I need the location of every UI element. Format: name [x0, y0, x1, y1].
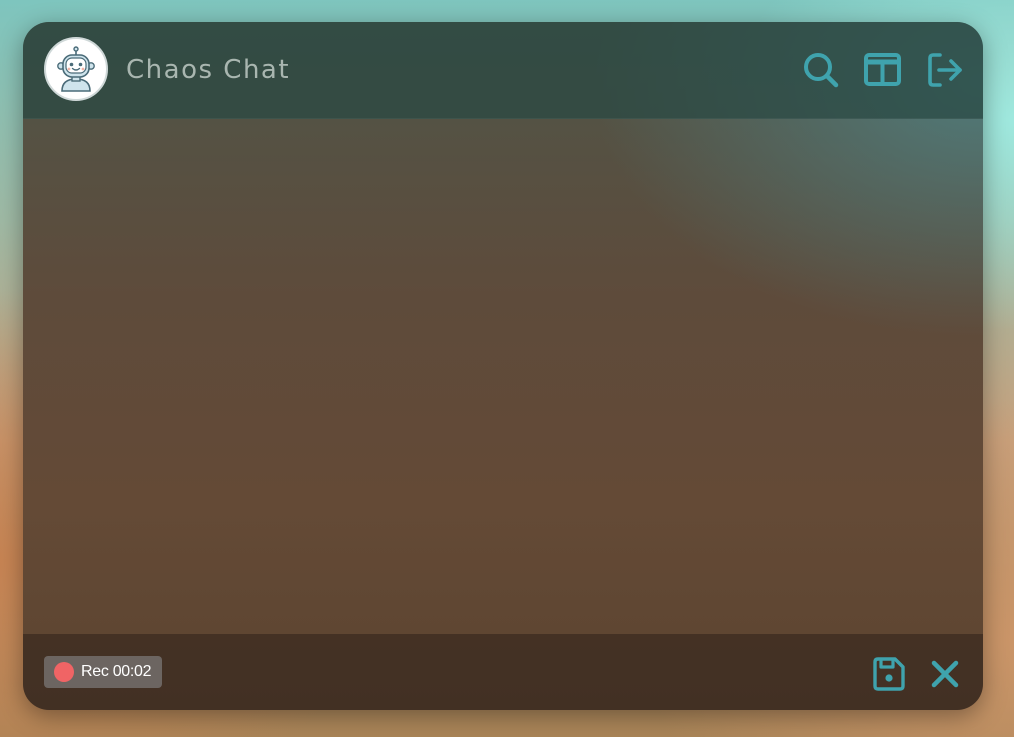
search-button[interactable] — [801, 50, 841, 90]
close-icon — [931, 660, 959, 688]
search-icon — [804, 53, 839, 88]
logout-button[interactable] — [925, 50, 965, 90]
robot-icon — [57, 46, 95, 92]
save-icon — [873, 657, 905, 691]
chat-footer: Rec 00:02 — [23, 634, 983, 710]
logout-icon — [928, 53, 962, 87]
close-button[interactable] — [925, 654, 965, 694]
record-dot-icon — [54, 662, 74, 682]
chat-window: Chaos Chat Rec 00:02 — [23, 22, 983, 710]
chat-header: Chaos Chat — [23, 22, 983, 119]
columns-icon — [864, 53, 901, 86]
save-button[interactable] — [868, 654, 908, 694]
recording-label: Rec 00:02 — [81, 663, 152, 680]
app-title: Chaos Chat — [126, 55, 291, 85]
bot-avatar — [44, 37, 108, 101]
message-area — [23, 118, 983, 634]
layout-toggle-button[interactable] — [863, 50, 903, 90]
recording-indicator: Rec 00:02 — [44, 656, 163, 688]
